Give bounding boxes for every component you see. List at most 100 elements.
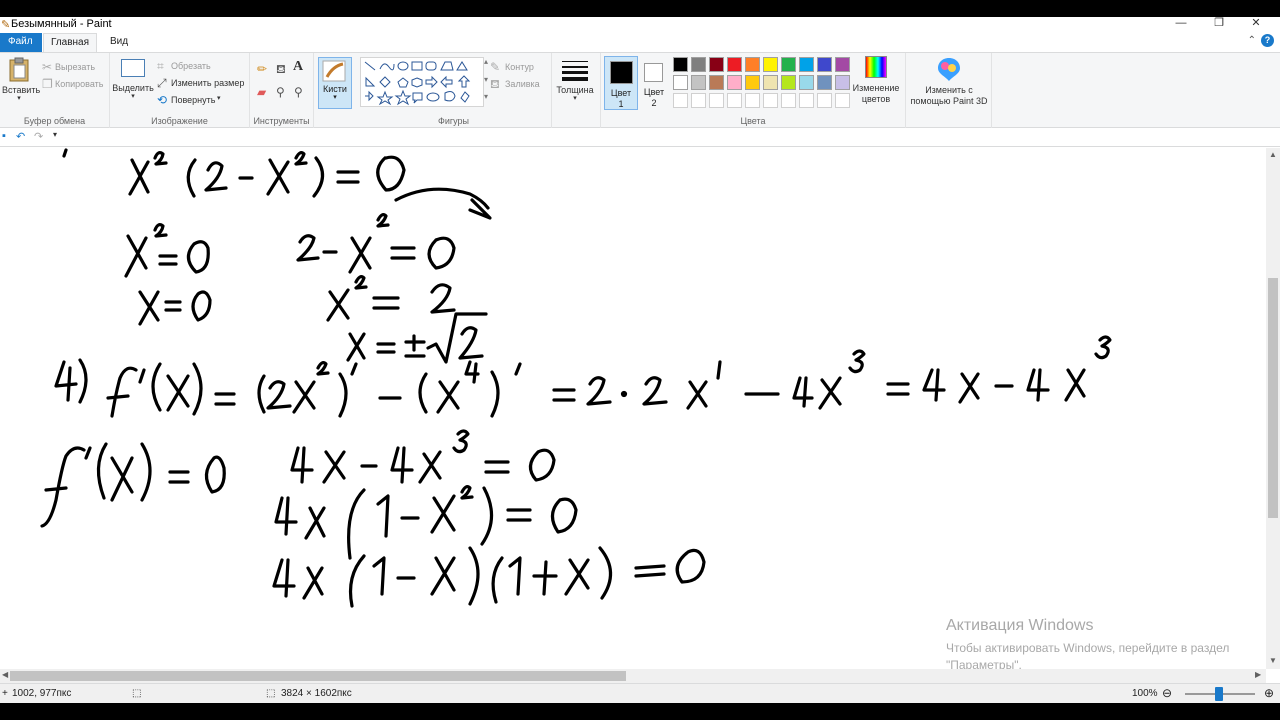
palette-swatch[interactable] [817, 75, 832, 90]
copy-button[interactable]: Копировать [55, 79, 103, 89]
size-dropdown-icon[interactable]: ▾ [555, 95, 595, 102]
paint3d-button[interactable]: Изменить с помощью Paint 3D [908, 56, 990, 107]
scroll-left-icon[interactable]: ◀ [2, 670, 8, 679]
edit-colors-button[interactable]: Изменение цветов [851, 56, 901, 105]
pencil-icon[interactable]: ✏ [257, 63, 267, 75]
fill-button[interactable]: Заливка [505, 79, 540, 89]
select-dropdown-icon[interactable]: ▾ [112, 93, 154, 100]
tab-view[interactable]: Вид [100, 33, 138, 52]
custom-color-slot[interactable] [745, 93, 760, 108]
minimize-button[interactable]: — [1163, 17, 1199, 32]
magnifier-icon[interactable]: ⚲ [294, 86, 303, 98]
cursor-position-icon: + [2, 688, 8, 699]
custom-color-slot[interactable] [691, 93, 706, 108]
undo-icon[interactable]: ↶ [16, 130, 25, 143]
line-size-icon [562, 61, 588, 81]
text-tool-icon[interactable]: A [293, 60, 303, 74]
palette-swatch[interactable] [835, 57, 850, 72]
rotate-icon: ⟲ [157, 93, 168, 107]
paste-dropdown-icon[interactable]: ▾ [2, 95, 36, 102]
close-button[interactable]: ✕ [1238, 17, 1274, 32]
vertical-scrollbar[interactable]: ▲ ▼ [1266, 148, 1280, 669]
palette-swatch[interactable] [799, 75, 814, 90]
palette-swatch[interactable] [745, 57, 760, 72]
outline-button[interactable]: Контур [505, 62, 534, 72]
selection-size-icon: ⬚ [132, 688, 142, 699]
palette-swatch[interactable] [727, 57, 742, 72]
palette-swatch[interactable] [763, 75, 778, 90]
shapes-scroll-up-icon[interactable]: ▴ [484, 57, 488, 66]
rotate-button[interactable]: Повернуть [171, 95, 215, 105]
custom-color-slot[interactable] [673, 93, 688, 108]
clipboard-group: Вставить ▾ ✂ Вырезать ❐ Копировать Буфер… [0, 53, 110, 128]
select-button[interactable]: Выделить ▾ [112, 59, 154, 100]
horizontal-scroll-thumb[interactable] [10, 671, 626, 681]
shapes-group: ▴ ▾ ▾ ✎ Контур ⛾ Заливка Фигуры [356, 53, 552, 128]
palette-swatch[interactable] [673, 57, 688, 72]
help-icon[interactable]: ? [1261, 34, 1274, 47]
zoom-slider-handle[interactable] [1215, 687, 1223, 701]
shapes-expand-icon[interactable]: ▾ [484, 92, 488, 101]
brush-icon [322, 60, 346, 82]
palette-swatch[interactable] [781, 75, 796, 90]
size-button[interactable]: Толщина ▾ [555, 59, 595, 102]
vertical-scroll-thumb[interactable] [1268, 278, 1278, 518]
redo-icon[interactable]: ↷ [34, 130, 43, 143]
scroll-down-icon[interactable]: ▼ [1266, 656, 1280, 665]
paste-label: Вставить [2, 85, 41, 95]
select-icon [121, 59, 145, 77]
tools-group-label: Инструменты [253, 116, 310, 126]
quick-access-toolbar: ▪ ↶ ↷ ▾ [0, 128, 1280, 147]
color1-button[interactable]: Цвет 1 [604, 56, 638, 110]
color2-button[interactable]: Цвет 2 [639, 56, 669, 110]
custom-color-slot[interactable] [799, 93, 814, 108]
custom-color-slot[interactable] [781, 93, 796, 108]
zoom-level: 100% [1132, 688, 1158, 699]
palette-swatch[interactable] [799, 57, 814, 72]
palette-swatch[interactable] [835, 75, 850, 90]
palette-swatch[interactable] [691, 75, 706, 90]
paste-button[interactable]: Вставить ▾ [2, 57, 41, 102]
palette-swatch[interactable] [817, 57, 832, 72]
crop-button[interactable]: Обрезать [171, 61, 211, 71]
palette-swatch[interactable] [709, 57, 724, 72]
palette-swatch[interactable] [781, 57, 796, 72]
save-icon[interactable]: ▪ [2, 130, 6, 142]
tab-file[interactable]: Файл [0, 33, 42, 52]
scroll-right-icon[interactable]: ▶ [1255, 670, 1261, 679]
activation-watermark-text: Чтобы активировать Windows, перейдите в … [946, 640, 1229, 669]
cut-icon: ✂ [42, 60, 53, 74]
custom-color-slot[interactable] [763, 93, 778, 108]
palette-swatch[interactable] [763, 57, 778, 72]
scroll-up-icon[interactable]: ▲ [1266, 150, 1280, 159]
color-picker-icon[interactable]: ⚲ [276, 86, 285, 98]
fill-bucket-icon[interactable]: ⛾ [276, 63, 286, 75]
custom-color-slot[interactable] [727, 93, 742, 108]
shapes-gallery[interactable] [360, 57, 484, 107]
shapes-scroll-down-icon[interactable]: ▾ [484, 75, 488, 84]
shapes-gallery-icons [364, 61, 471, 106]
brushes-dropdown-icon[interactable]: ▾ [319, 94, 351, 101]
zoom-in-icon[interactable]: ⊕ [1264, 686, 1274, 700]
palette-swatch[interactable] [691, 57, 706, 72]
rotate-dropdown-icon[interactable]: ▾ [217, 94, 221, 102]
collapse-ribbon-icon[interactable]: ⌃ [1248, 35, 1256, 46]
custom-color-slot[interactable] [817, 93, 832, 108]
palette-swatch[interactable] [745, 75, 760, 90]
eraser-icon[interactable]: ▰ [257, 86, 266, 98]
brushes-label: Кисти [323, 84, 347, 94]
zoom-out-icon[interactable]: ⊖ [1162, 686, 1172, 700]
custom-color-slot[interactable] [835, 93, 850, 108]
resize-button[interactable]: Изменить размер [171, 78, 244, 88]
brushes-button[interactable]: Кисти ▾ [318, 57, 352, 109]
restore-button[interactable]: ❐ [1201, 17, 1237, 32]
cut-button[interactable]: Вырезать [55, 62, 95, 72]
palette-swatch[interactable] [727, 75, 742, 90]
palette-swatch[interactable] [673, 75, 688, 90]
horizontal-scrollbar[interactable]: ◀ ▶ [0, 669, 1266, 683]
tab-home[interactable]: Главная [43, 33, 97, 52]
customize-qat-icon[interactable]: ▾ [53, 130, 57, 139]
custom-color-slot[interactable] [709, 93, 724, 108]
palette-swatch[interactable] [709, 75, 724, 90]
drawing-canvas[interactable]: Активация Windows Чтобы активировать Win… [0, 148, 1266, 669]
